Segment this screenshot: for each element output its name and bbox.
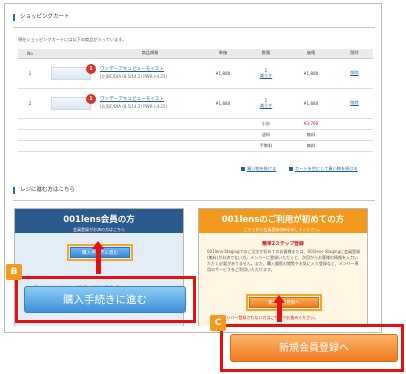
column-header: 商品情報	[100, 49, 200, 59]
callout-b-label: B	[6, 264, 22, 280]
column-header: No	[18, 49, 42, 59]
arrow-icon	[289, 167, 293, 171]
column-header	[42, 49, 100, 59]
table-row: 2 1 ワンデーアキュビューモイスト [右]BC/DIA (8.5/14.2) …	[18, 88, 373, 119]
product-name-link[interactable]: ワンデーアキュビューモイスト	[100, 96, 200, 102]
delete-link[interactable]: 削除	[336, 88, 373, 119]
product-image[interactable]: 1	[51, 93, 96, 110]
arrow-icon	[241, 167, 245, 171]
guest-description: 001lens-Stagingでのご注文が初めてのお客様または、001lens-…	[207, 249, 361, 272]
item-number: 2	[18, 88, 42, 119]
arrow-up-icon	[92, 241, 104, 249]
line-total: ¥1,880	[286, 58, 336, 89]
decrease-link[interactable]: 減らす	[246, 73, 286, 79]
product-image[interactable]: 1	[51, 63, 96, 80]
unit-price: ¥1,880	[200, 88, 246, 119]
line-total: ¥1,880	[286, 88, 336, 119]
subtotal-value: ¥3,760	[286, 118, 336, 130]
item-number: 1	[18, 58, 42, 89]
shipping-value: 無料	[286, 129, 336, 141]
member-heading: 001lens会員の方	[63, 215, 135, 225]
column-header: 削除	[336, 49, 373, 59]
continue-shopping-link[interactable]: 買い物を続ける	[241, 166, 276, 172]
shipping-row: 送料 無料	[18, 129, 373, 141]
product-name-link[interactable]: ワンデーアキュビューモイスト	[100, 66, 200, 72]
cart-note: 現在ショッピングカートには以下の商品が入っています。	[18, 37, 127, 42]
fee-value: 無料	[286, 140, 336, 152]
cart-section-title: ショッピングカート	[13, 14, 70, 21]
fee-label: 手数料	[246, 140, 286, 152]
subtotal-label: 小計	[246, 118, 286, 130]
new-member-box: 001lensのご利用が初めての方 こちらから会員登録(無料)をしてください。 …	[198, 208, 368, 326]
empty-cart-link[interactable]: カートを空にして買い物を続ける	[289, 166, 358, 172]
shipping-label: 送料	[246, 129, 286, 141]
guest-caution[interactable]: ※メンバー登録されない方はこちらでお進みください。	[219, 315, 318, 321]
product-spec: [右]BC/DIA (8.5/14.2) PWR:(-4.25)	[100, 104, 168, 109]
guest-heading: 001lensのご利用が初めての方	[221, 215, 345, 225]
arrow-shaft	[96, 248, 101, 274]
column-header: 数量	[246, 49, 286, 59]
divider	[13, 27, 375, 28]
column-header: 単価	[200, 49, 246, 59]
divider	[13, 200, 375, 201]
unit-price: ¥1,880	[200, 58, 246, 89]
register-section-title: レジに進む方はこちら	[13, 187, 75, 194]
quantity-badge: 1	[86, 93, 96, 104]
cart-table: No 商品情報 単価 数量 価格 削除 1 1 ワンデーアキュビューモイスト […	[18, 49, 373, 152]
fee-row: 手数料 無料	[18, 140, 373, 152]
callout-c-label: C	[210, 315, 226, 331]
product-spec: [左]BC/DIA (8.5/14.2) PWR:(-4.25)	[100, 74, 168, 79]
delete-link[interactable]: 削除	[336, 58, 373, 89]
column-header: 価格	[286, 49, 336, 59]
proceed-checkout-button[interactable]: 購入手続きに進む	[24, 286, 186, 313]
quantity-badge: 1	[86, 63, 96, 74]
register-button[interactable]: 新規会員登録へ	[230, 334, 398, 362]
steps-title: 簡単2ステップ登録	[262, 242, 304, 247]
table-row: 1 1 ワンデーアキュビューモイスト [左]BC/DIA (8.5/14.2) …	[18, 58, 373, 89]
arrow-up-icon	[273, 295, 285, 303]
table-header: No 商品情報 単価 数量 価格 削除	[18, 49, 373, 59]
decrease-link[interactable]: 減らす	[246, 103, 286, 109]
subtotal-row: 小計 ¥3,760	[18, 118, 373, 130]
arrow-shaft	[277, 302, 282, 322]
